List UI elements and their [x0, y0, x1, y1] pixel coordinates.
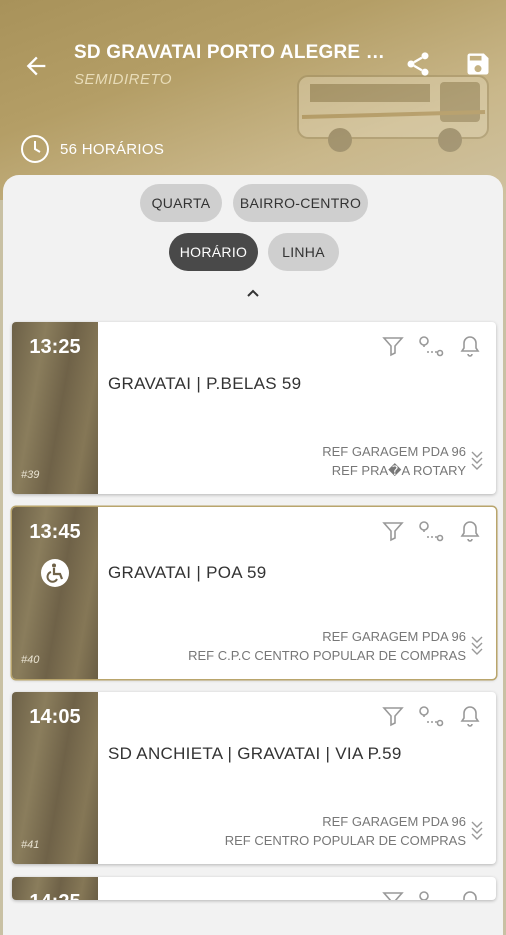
expand-chevron-icon[interactable]	[470, 448, 484, 470]
trip-time-panel: 14:25	[12, 877, 98, 900]
app-header: SD GRAVATAI PORTO ALEGRE VIA P.59 SEMIDI…	[0, 0, 506, 200]
chip-day[interactable]: QUARTA	[140, 184, 222, 222]
expand-chevron-icon[interactable]	[470, 818, 484, 840]
filter-icon[interactable]	[381, 889, 405, 900]
back-arrow-icon[interactable]	[22, 52, 50, 80]
trip-time: 14:25	[12, 891, 98, 900]
trip-time-panel: 14:05 #41	[12, 692, 98, 864]
filter-icon[interactable]	[381, 704, 405, 728]
bell-icon[interactable]	[458, 704, 482, 728]
trip-card[interactable]: 13:25 #39 GRAVATAI | P.BELAS 59 REF GARA…	[12, 322, 496, 494]
page-subtitle: SEMIDIRETO	[74, 71, 173, 88]
trip-card[interactable]: 13:45 #40 GRAVATAI | POA 59 REF GARAGEM …	[12, 507, 496, 679]
expand-chevron-icon[interactable]	[470, 633, 484, 655]
save-icon[interactable]	[464, 50, 492, 78]
trip-time-panel: 13:25 #39	[12, 322, 98, 494]
chip-direction[interactable]: BAIRRO-CENTRO	[233, 184, 368, 222]
schedule-count: 56 HORÁRIOS	[60, 141, 165, 158]
wheelchair-icon	[41, 559, 69, 587]
trip-time-panel: 13:45 #40	[12, 507, 98, 679]
collapse-caret-icon[interactable]	[244, 288, 262, 300]
trip-card[interactable]: 14:25	[12, 877, 496, 900]
trip-number: #40	[21, 654, 40, 666]
chip-sort-time[interactable]: HORÁRIO	[169, 233, 258, 271]
trip-route: SD ANCHIETA | GRAVATAI | VIA P.59	[108, 744, 402, 763]
page-title: SD GRAVATAI PORTO ALEGRE VIA P.59	[74, 42, 386, 63]
clock-icon	[21, 135, 49, 163]
trip-number: #39	[21, 469, 40, 481]
bell-icon[interactable]	[458, 889, 482, 900]
trip-ref-destination: REF CENTRO POPULAR DE COMPRAS	[224, 833, 466, 848]
trip-ref-destination: REF C.P.C CENTRO POPULAR DE COMPRAS	[188, 648, 466, 663]
route-map-icon[interactable]	[417, 519, 445, 543]
bell-icon[interactable]	[458, 334, 482, 358]
trip-time: 13:45	[29, 521, 81, 543]
route-map-icon[interactable]	[417, 704, 445, 728]
trip-route: GRAVATAI | POA 59	[108, 563, 267, 582]
chip-sort-line[interactable]: LINHA	[268, 233, 339, 271]
trip-ref-origin: REF GARAGEM PDA 96	[322, 814, 466, 829]
trip-number: #41	[21, 839, 40, 851]
trip-card[interactable]: 14:05 #41 SD ANCHIETA | GRAVATAI | VIA P…	[12, 692, 496, 864]
route-map-icon[interactable]	[417, 889, 445, 900]
trip-time: 13:25	[29, 336, 81, 358]
trip-ref-destination: REF PRA�A ROTARY	[331, 463, 466, 478]
bell-icon[interactable]	[458, 519, 482, 543]
route-map-icon[interactable]	[417, 334, 445, 358]
trip-ref-origin: REF GARAGEM PDA 96	[322, 629, 466, 644]
trip-route: GRAVATAI | P.BELAS 59	[108, 374, 302, 393]
filter-icon[interactable]	[381, 519, 405, 543]
filter-icon[interactable]	[381, 334, 405, 358]
trip-ref-origin: REF GARAGEM PDA 96	[322, 444, 466, 459]
share-icon[interactable]	[404, 50, 432, 78]
trip-time: 14:05	[29, 706, 81, 728]
